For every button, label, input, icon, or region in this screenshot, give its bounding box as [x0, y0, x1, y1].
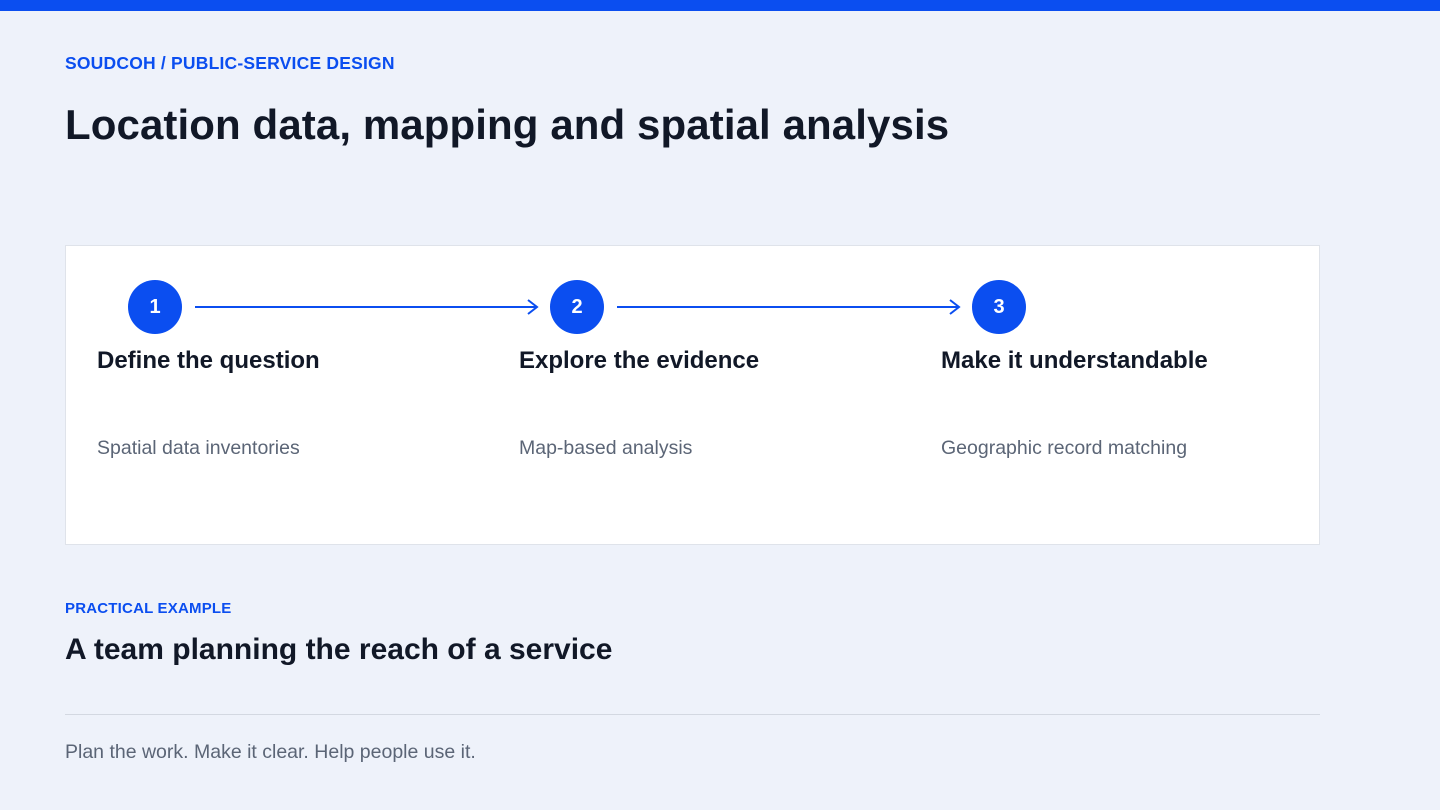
step-1-number-badge: 1 — [128, 280, 182, 334]
arrow-right-icon — [195, 299, 540, 315]
example-eyebrow: PRACTICAL EXAMPLE — [65, 600, 232, 617]
step-1-title: Define the question — [97, 347, 320, 374]
footer-divider — [65, 714, 1320, 715]
process-steps-card: 1 Define the question Spatial data inven… — [65, 245, 1320, 545]
step-3-title: Make it understandable — [941, 347, 1208, 374]
step-2-title: Explore the evidence — [519, 347, 760, 374]
section-eyebrow: SOUDCOH / PUBLIC-SERVICE DESIGN — [65, 53, 395, 73]
step-1-description: Spatial data inventories — [97, 437, 300, 459]
example-title: A team planning the reach of a service — [65, 633, 613, 666]
top-accent-bar — [0, 0, 1440, 11]
arrow-right-icon — [617, 299, 962, 315]
step-2-description: Map-based analysis — [519, 437, 693, 459]
step-3-number-badge: 3 — [972, 280, 1026, 334]
page-title: Location data, mapping and spatial analy… — [65, 101, 950, 148]
step-2-number-badge: 2 — [550, 280, 604, 334]
footer-tagline: Plan the work. Make it clear. Help peopl… — [65, 741, 476, 763]
step-3-description: Geographic record matching — [941, 437, 1188, 459]
